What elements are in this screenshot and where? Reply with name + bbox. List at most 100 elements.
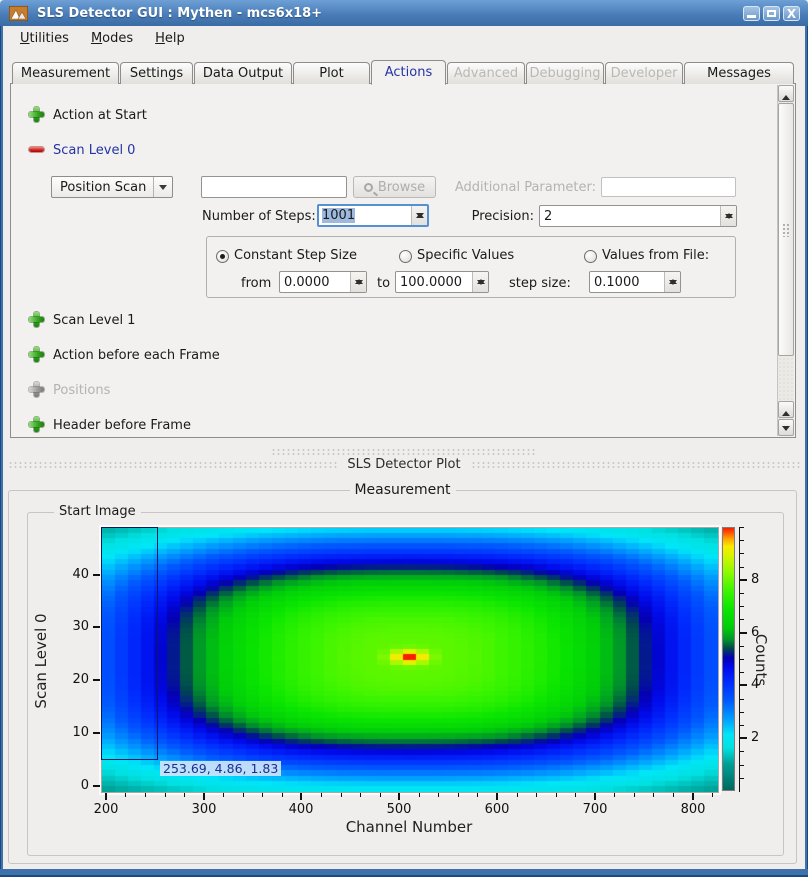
constant-step-label[interactable]: Constant Step Size (234, 248, 357, 263)
x-minor-tick (419, 793, 420, 797)
scroll-up-button-bottom[interactable] (778, 401, 794, 418)
scan-mode-value: Position Scan (60, 180, 146, 195)
specific-values-label[interactable]: Specific Values (417, 248, 514, 263)
colorbar-minor-tick (740, 553, 744, 554)
x-minor-tick (282, 793, 283, 797)
maximize-button[interactable] (763, 6, 780, 21)
add-icon-disabled (29, 382, 44, 397)
tab-messages[interactable]: Messages (684, 62, 794, 84)
to-spinbox[interactable]: 100.0000 (395, 271, 489, 293)
x-minor-tick (145, 793, 146, 797)
scan-script-input[interactable] (201, 176, 347, 198)
values-from-file-label[interactable]: Values from File: (602, 248, 709, 263)
x-tick (496, 793, 498, 800)
x-minor-tick (360, 793, 361, 797)
plot-splitter-handle[interactable]: SLS Detector Plot (3, 444, 805, 478)
from-value: 0.0000 (284, 275, 330, 290)
colorbar-tick-label: 8 (751, 572, 771, 587)
add-icon[interactable] (29, 312, 44, 327)
x-minor-tick (243, 793, 244, 797)
remove-icon[interactable] (29, 142, 44, 157)
x-tick-label: 600 (477, 802, 517, 817)
scrollbar-thumb[interactable] (778, 103, 794, 356)
spinner-arrows[interactable] (350, 272, 366, 292)
scroll-up-button[interactable] (778, 85, 794, 102)
x-minor-tick (556, 793, 557, 797)
number-of-steps-value: 1001 (322, 208, 355, 223)
menu-utilities[interactable]: Utilities (9, 28, 80, 49)
x-minor-tick (712, 793, 713, 797)
x-minor-tick (673, 793, 674, 797)
menubar: UtilitiesModesHelp (3, 26, 805, 51)
vertical-scrollbar[interactable] (777, 85, 794, 436)
x-tick (300, 793, 302, 800)
scroll-down-button[interactable] (778, 419, 794, 436)
minimize-button[interactable] (743, 6, 760, 21)
x-axis-label: Channel Number (101, 818, 717, 836)
close-button[interactable]: X (783, 6, 800, 21)
zoom-selection-rect[interactable] (101, 527, 158, 760)
additional-parameter-input[interactable] (601, 177, 736, 197)
y-tick-label: 30 (63, 619, 89, 634)
number-of-steps-spinbox[interactable]: 1001 (317, 204, 429, 227)
step-size-value: 0.1000 (594, 275, 640, 290)
header-before-frame-label[interactable]: Header before Frame (53, 418, 191, 433)
constant-step-radio[interactable] (216, 250, 229, 263)
colorbar-minor-tick (740, 659, 744, 660)
from-spinbox[interactable]: 0.0000 (279, 271, 367, 293)
scan-level-0-label[interactable]: Scan Level 0 (53, 143, 135, 158)
tab-measurement[interactable]: Measurement (12, 62, 119, 84)
titlebar[interactable]: SLS Detector GUI : Mythen - mcs6x18+ X (0, 0, 808, 26)
spinner-arrows[interactable] (472, 272, 488, 292)
menu-help[interactable]: Help (144, 28, 196, 49)
x-minor-tick (477, 793, 478, 797)
chevron-down-icon (153, 177, 172, 197)
tab-advanced[interactable]: Advanced (447, 62, 525, 84)
tab-developer[interactable]: Developer (605, 62, 683, 84)
precision-spinbox[interactable]: 2 (539, 205, 737, 227)
actions-panel: Action at Start Scan Level 0 Position Sc… (10, 83, 796, 438)
spinner-arrows[interactable] (720, 206, 736, 226)
menu-modes[interactable]: Modes (80, 28, 144, 49)
spinner-arrows[interactable] (664, 272, 680, 292)
step-size-spinbox[interactable]: 0.1000 (589, 271, 681, 293)
specific-values-radio[interactable] (399, 250, 412, 263)
tab-debugging[interactable]: Debugging (526, 62, 604, 84)
action-before-frame-label[interactable]: Action before each Frame (53, 348, 220, 363)
colorbar-tick-label: 2 (751, 730, 771, 745)
y-tick (93, 785, 100, 787)
heatmap-canvas[interactable] (101, 527, 719, 793)
step-size-label: step size: (509, 276, 571, 291)
colorbar-minor-tick (740, 765, 744, 766)
colorbar-minor-tick (740, 527, 744, 528)
add-icon[interactable] (29, 347, 44, 362)
number-of-steps-label: Number of Steps: (202, 209, 314, 224)
splitter-grip[interactable] (271, 448, 537, 455)
tab-settings[interactable]: Settings (120, 62, 193, 84)
add-icon[interactable] (29, 107, 44, 122)
colorbar-minor-tick (740, 672, 744, 673)
y-tick-label: 40 (63, 567, 89, 582)
app-icon (9, 6, 28, 21)
precision-value: 2 (544, 209, 552, 224)
window-title: SLS Detector GUI : Mythen - mcs6x18+ (37, 6, 743, 21)
colorbar (722, 527, 735, 791)
colorbar-minor-tick (740, 540, 744, 541)
colorbar-minor-tick (740, 712, 744, 713)
action-at-start-label[interactable]: Action at Start (53, 108, 147, 123)
colorbar-tick-label: 6 (751, 625, 771, 640)
scan-level-1-label[interactable]: Scan Level 1 (53, 313, 135, 328)
values-from-file-radio[interactable] (584, 250, 597, 263)
colorbar-tick (740, 632, 747, 634)
tab-bar: MeasurementSettingsData OutputPlotAction… (12, 59, 795, 84)
x-minor-tick (536, 793, 537, 797)
add-icon[interactable] (29, 417, 44, 432)
tab-data-output[interactable]: Data Output (194, 62, 292, 84)
x-minor-tick (575, 793, 576, 797)
measurement-group-title: Measurement (349, 482, 455, 498)
tab-plot[interactable]: Plot (293, 62, 370, 84)
spinner-arrows[interactable] (411, 206, 427, 225)
scan-mode-select[interactable]: Position Scan (51, 176, 173, 198)
tab-actions[interactable]: Actions (371, 60, 446, 85)
browse-button[interactable]: Browse (353, 176, 436, 198)
